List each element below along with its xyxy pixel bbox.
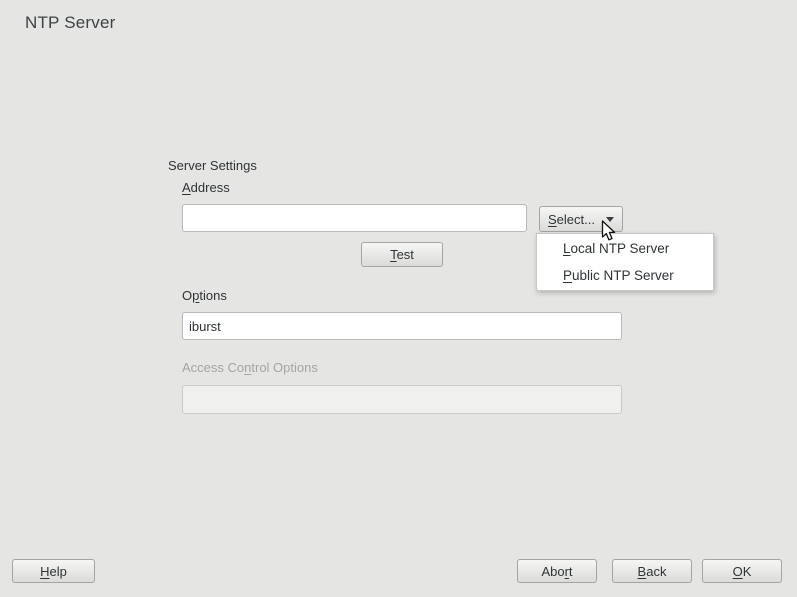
test-button-label: Test <box>390 247 414 262</box>
acl-label-pre: Access Co <box>182 360 244 375</box>
options-label-pre: O <box>182 288 192 303</box>
address-label-post: ddress <box>191 180 230 195</box>
address-label: Address <box>182 180 230 195</box>
test-label-post: est <box>397 247 414 262</box>
back-label-mnemonic: B <box>638 564 647 579</box>
help-label-mnemonic: H <box>40 564 49 579</box>
back-label-post: ack <box>646 564 666 579</box>
abort-label-pre: Abo <box>541 564 564 579</box>
ok-label-post: K <box>743 564 752 579</box>
ok-label-mnemonic: O <box>733 564 743 579</box>
abort-button-label: Abort <box>541 564 572 579</box>
back-button[interactable]: Back <box>612 559 692 583</box>
select-label-post: elect... <box>557 212 595 227</box>
options-label-post: tions <box>199 288 226 303</box>
menu-item-local-ntp-server[interactable]: Local NTP Server <box>537 235 713 262</box>
back-button-label: Back <box>638 564 667 579</box>
server-settings-heading: Server Settings <box>168 158 257 173</box>
access-control-options-input <box>182 385 622 414</box>
chevron-down-icon <box>606 217 614 222</box>
acl-label-post: trol Options <box>251 360 317 375</box>
public-item-mnemonic: P <box>563 268 572 283</box>
ok-button[interactable]: OK <box>702 559 782 583</box>
access-control-options-label: Access Control Options <box>182 360 318 375</box>
address-input[interactable] <box>182 204 527 232</box>
test-button[interactable]: Test <box>361 242 443 267</box>
menu-item-public-ntp-server[interactable]: Public NTP Server <box>537 262 713 289</box>
help-button[interactable]: Help <box>12 559 95 583</box>
select-button-label: Select... <box>548 212 595 227</box>
abort-label-post: t <box>569 564 573 579</box>
help-button-label: Help <box>40 564 67 579</box>
address-label-mnemonic: A <box>182 180 191 195</box>
local-item-post: ocal NTP Server <box>571 241 670 256</box>
options-label: Options <box>182 288 227 303</box>
help-label-post: elp <box>50 564 67 579</box>
abort-button[interactable]: Abort <box>517 559 597 583</box>
select-label-mnemonic: S <box>548 212 557 227</box>
local-item-mnemonic: L <box>563 241 571 256</box>
page-title: NTP Server <box>25 13 116 33</box>
select-dropdown-menu: Local NTP Server Public NTP Server <box>536 233 714 291</box>
public-item-post: ublic NTP Server <box>572 268 674 283</box>
options-input[interactable] <box>182 312 622 340</box>
ntp-server-dialog: { "title": "NTP Server", "form": { "sect… <box>0 0 797 597</box>
select-button[interactable]: Select... <box>539 206 623 232</box>
ok-button-label: OK <box>733 564 752 579</box>
